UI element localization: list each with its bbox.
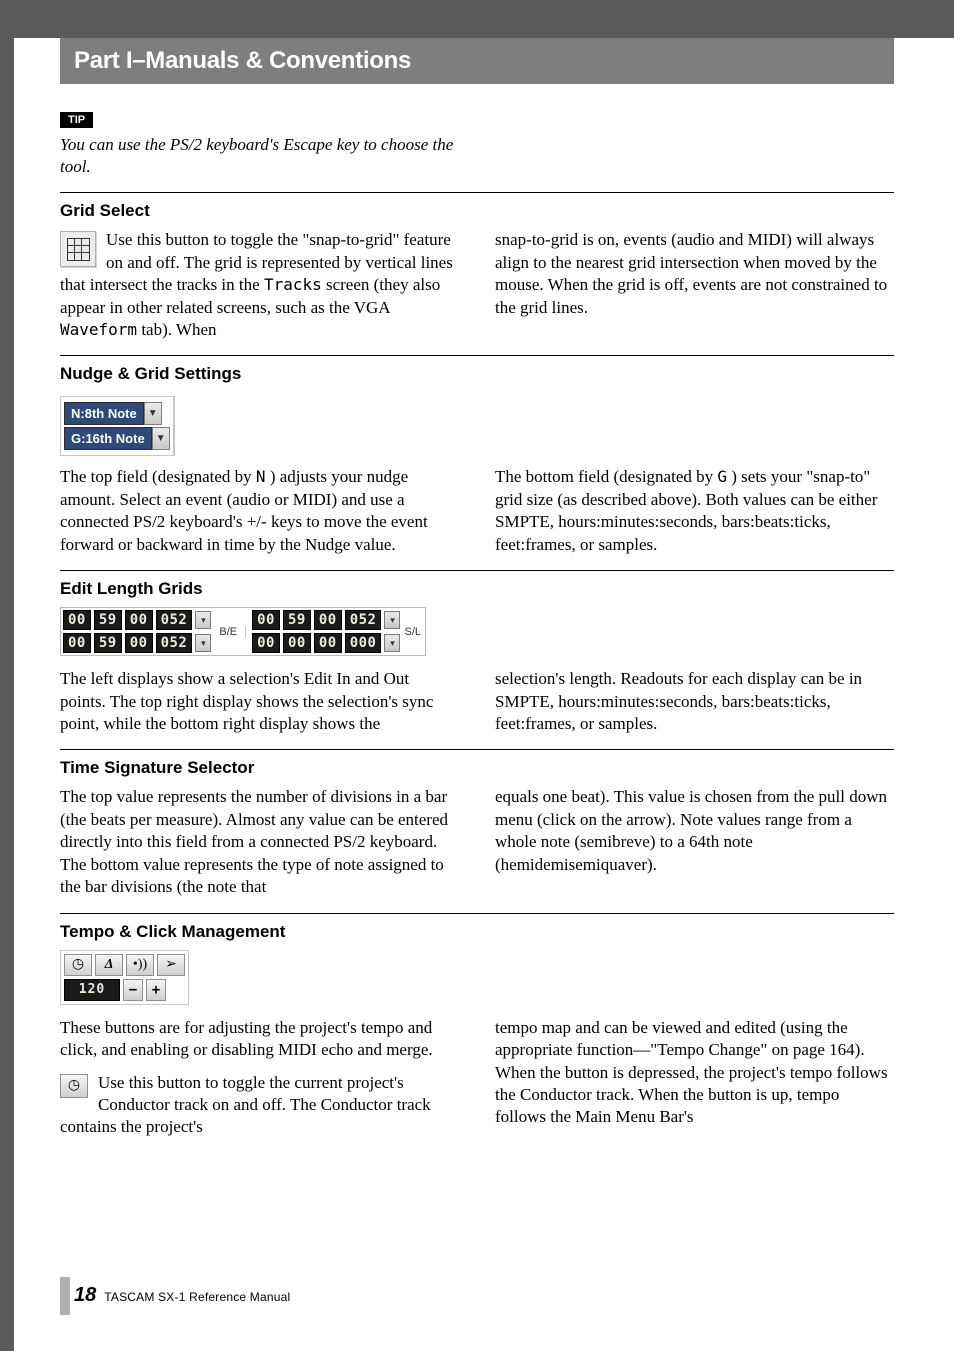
edit-in-seg-3[interactable]: 00 xyxy=(125,610,153,630)
tempo-plus-button[interactable]: + xyxy=(146,979,166,1001)
top-accent-bar xyxy=(0,0,954,38)
nudge-para-left: The top field (designated by N ) adjusts… xyxy=(60,466,459,556)
edit-out-seg-2[interactable]: 59 xyxy=(94,633,122,653)
echo-arrow-icon: ➢ xyxy=(165,956,177,973)
nudge-value-field[interactable]: N:8th Note xyxy=(64,402,144,425)
nudge-grid-settings-widget: N:8th Note ▼ G:16th Note ▼ xyxy=(60,396,175,456)
divider xyxy=(60,355,894,356)
metronome-button[interactable]: Δ xyxy=(95,954,123,976)
sync-seg-1[interactable]: 00 xyxy=(252,610,280,630)
footer-text: TASCAM SX-1 Reference Manual xyxy=(104,1290,290,1304)
sync-seg-3[interactable]: 00 xyxy=(314,610,342,630)
chapter-title: Part I–Manuals & Conventions xyxy=(74,47,411,75)
sync-dropdown[interactable]: ▾ xyxy=(384,611,400,629)
page-number: 18 xyxy=(74,1284,96,1307)
tempo-click-widget: ◷ Δ •)) ➢ 120 − + xyxy=(60,950,189,1005)
section-grid-select-heading: Grid Select xyxy=(60,201,894,221)
clock-icon: ◷ xyxy=(72,956,84,973)
edit-out-dropdown[interactable]: ▾ xyxy=(195,634,211,652)
tempo-value-field[interactable]: 120 xyxy=(64,979,120,1001)
divider xyxy=(60,570,894,571)
left-accent-bar xyxy=(0,0,14,1351)
len-seg-3[interactable]: 00 xyxy=(314,633,342,653)
section-nudge-heading: Nudge & Grid Settings xyxy=(60,364,894,384)
midi-echo-button[interactable]: ➢ xyxy=(157,954,185,976)
editlen-para-right: selection's length. Readouts for each di… xyxy=(495,668,894,735)
edit-in-seg-2[interactable]: 59 xyxy=(94,610,122,630)
editlen-para-left: The left displays show a selection's Edi… xyxy=(60,668,459,735)
chapter-header-band: Part I–Manuals & Conventions xyxy=(60,38,894,84)
sync-seg-2[interactable]: 59 xyxy=(283,610,311,630)
edit-in-dropdown[interactable]: ▾ xyxy=(195,611,211,629)
metronome-icon: Δ xyxy=(105,957,114,973)
grid-value-dropdown[interactable]: ▼ xyxy=(152,427,170,450)
section-editlen-heading: Edit Length Grids xyxy=(60,579,894,599)
footer-accent xyxy=(60,1277,70,1315)
tip-text: You can use the PS/2 keyboard's Escape k… xyxy=(60,134,460,178)
grid-select-para-right: snap-to-grid is on, events (audio and MI… xyxy=(495,229,894,319)
edit-be-label: B/E xyxy=(219,626,237,638)
timesig-para-right: equals one beat). This value is chosen f… xyxy=(495,786,894,876)
grid-select-icon[interactable] xyxy=(60,231,96,267)
page-footer: 18 TASCAM SX-1 Reference Manual xyxy=(74,1284,290,1307)
nudge-value-dropdown[interactable]: ▼ xyxy=(144,402,162,425)
section-tempo-heading: Tempo & Click Management xyxy=(60,922,894,942)
len-seg-4[interactable]: 000 xyxy=(345,633,382,653)
divider xyxy=(60,749,894,750)
edit-out-seg-3[interactable]: 00 xyxy=(125,633,153,653)
edit-out-seg-1[interactable]: 00 xyxy=(63,633,91,653)
len-seg-2[interactable]: 00 xyxy=(283,633,311,653)
grid-select-para-left: Use this button to toggle the "snap-to-g… xyxy=(60,229,459,341)
edit-out-seg-4[interactable]: 052 xyxy=(156,633,193,653)
divider xyxy=(60,913,894,914)
divider xyxy=(60,192,894,193)
nudge-para-right: The bottom field (designated by G ) sets… xyxy=(495,466,894,556)
grid-value-field[interactable]: G:16th Note xyxy=(64,427,152,450)
tip-badge: TIP xyxy=(60,112,93,128)
tempo-para-left-1: These buttons are for adjusting the proj… xyxy=(60,1017,459,1062)
sync-seg-4[interactable]: 052 xyxy=(345,610,382,630)
grid-glyph xyxy=(67,238,89,260)
edit-in-seg-1[interactable]: 00 xyxy=(63,610,91,630)
tempo-minus-button[interactable]: − xyxy=(123,979,143,1001)
speaker-icon: •)) xyxy=(133,957,147,973)
len-dropdown[interactable]: ▾ xyxy=(384,634,400,652)
tempo-para-right: tempo map and can be viewed and edited (… xyxy=(495,1017,894,1129)
edit-in-seg-4[interactable]: 052 xyxy=(156,610,193,630)
clock-icon: ◷ xyxy=(68,1077,80,1094)
timesig-para-left: The top value represents the number of d… xyxy=(60,786,459,898)
edit-length-widget: 00 59 00 052 ▾ 00 59 00 052 ▾ B/E xyxy=(60,607,426,656)
tempo-para-left-2: Use this button to toggle the current pr… xyxy=(60,1072,459,1139)
conductor-toggle-button[interactable]: ◷ xyxy=(64,954,92,976)
section-timesig-heading: Time Signature Selector xyxy=(60,758,894,778)
conductor-icon-button[interactable]: ◷ xyxy=(60,1074,88,1098)
len-seg-1[interactable]: 00 xyxy=(252,633,280,653)
edit-sl-label: S/L xyxy=(404,626,421,638)
click-button[interactable]: •)) xyxy=(126,954,154,976)
